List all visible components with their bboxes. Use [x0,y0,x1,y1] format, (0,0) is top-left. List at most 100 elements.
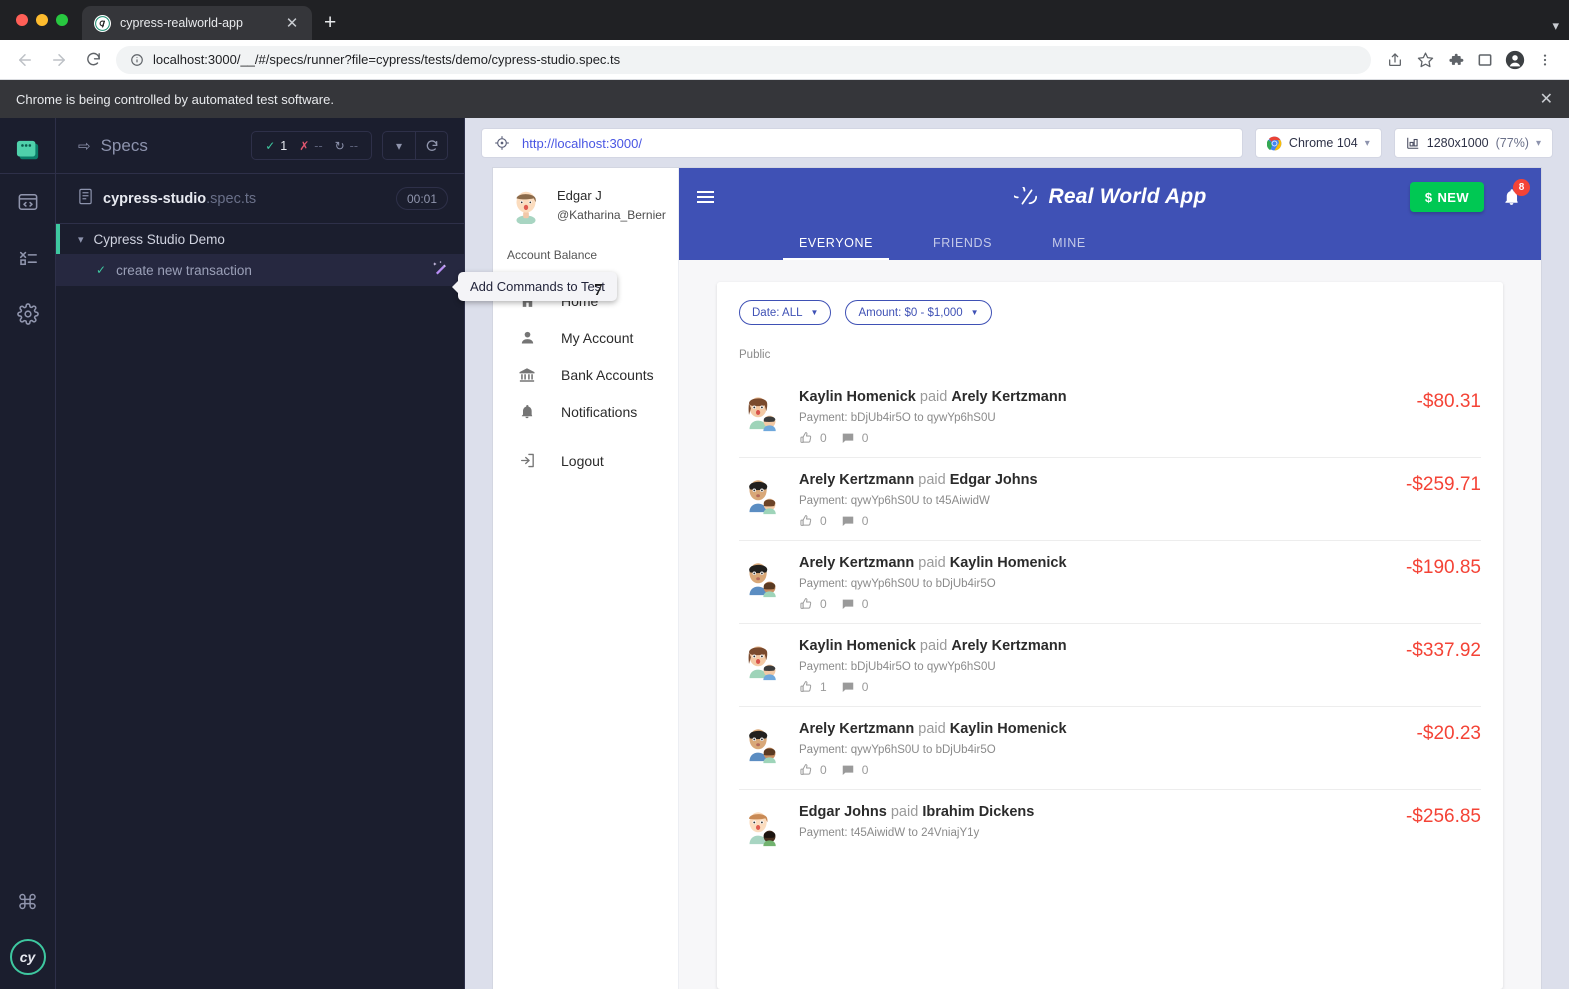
settings-gear-icon[interactable] [0,286,56,342]
more-menu-icon[interactable] [1531,46,1559,74]
hamburger-menu-icon[interactable] [697,191,714,203]
specs-browser-icon[interactable] [0,174,56,230]
real-world-app-logo-icon [1014,187,1040,207]
chevron-down-icon[interactable]: ▾ [383,132,415,159]
stat-passed: ✓ 1 [261,139,291,153]
transaction-meta: 0 0 [799,763,1399,777]
comment-icon [841,680,855,694]
triangle-down-icon: ▼ [811,308,819,317]
comment-button[interactable]: 0 [841,514,869,528]
sidebar-item-logout[interactable]: Logout [493,442,678,479]
sidebar-item-my-account[interactable]: My Account [493,319,678,356]
sidebar-item-label: Logout [561,453,604,469]
specs-actions: ▾ [382,131,448,160]
comment-button[interactable]: 0 [841,763,869,777]
table-row[interactable]: Kaylin Homenick paid Arely Kertzmann Pay… [739,375,1481,458]
account-balance-label: Account Balance [493,236,678,262]
cypress-cy-logo-icon[interactable]: cy [10,939,46,975]
notifications-bell-button[interactable]: 8 [1500,185,1523,209]
side-panel-icon[interactable] [1471,46,1499,74]
comment-button[interactable]: 0 [841,431,869,445]
table-row[interactable]: Arely Kertzmann paid Kaylin Homenick Pay… [739,707,1481,790]
thumbs-up-icon [799,431,813,445]
maximize-window-button[interactable] [56,14,68,26]
like-button[interactable]: 0 [799,597,827,611]
extensions-puzzle-icon[interactable] [1441,46,1469,74]
amount-filter-button[interactable]: Amount: $0 - $1,000 ▼ [845,300,991,325]
transaction-verb: paid [920,389,947,405]
comment-icon [841,763,855,777]
close-icon[interactable]: ✕ [1540,89,1553,109]
transaction-description: Payment: t45AiwidW to 24VniajY1y [799,827,1388,839]
transaction-receiver: Arely Kertzmann [951,638,1066,654]
viewport-selector[interactable]: 1280x1000 (77%) ▾ [1394,128,1553,158]
date-filter-button[interactable]: Date: ALL ▼ [739,300,831,325]
arrow-right-icon[interactable] [44,45,74,75]
sidebar-item-bank-accounts[interactable]: Bank Accounts [493,356,678,393]
keyboard-command-icon[interactable] [0,873,56,929]
runner-header: http://localhost:3000/ Chrome 104 ▾ 1280… [465,118,1569,168]
test-name: create new transaction [116,263,252,278]
suite-container: ▾ Cypress Studio Demo ✓ create new trans… [56,223,464,286]
comment-button[interactable]: 0 [841,597,869,611]
tab-friends[interactable]: FRIENDS [903,226,1022,260]
new-transaction-button[interactable]: $ NEW [1410,182,1484,212]
comment-count: 0 [862,514,869,528]
transactions-card: Date: ALL ▼ Amount: $0 - $1,000 ▼ Public [717,282,1503,989]
transaction-title: Kaylin Homenick paid Arely Kertzmann [799,638,1388,654]
like-button[interactable]: 1 [799,680,827,694]
chevron-down-icon[interactable]: ▾ [78,233,84,246]
drawer-user[interactable]: Edgar J @Katharina_Bernier [493,168,678,236]
app-content: Date: ALL ▼ Amount: $0 - $1,000 ▼ Public [679,260,1541,989]
user-avatar-icon [507,186,545,224]
sidebar-item-label: Bank Accounts [561,367,654,383]
profile-avatar-icon[interactable] [1501,46,1529,74]
table-row[interactable]: Kaylin Homenick paid Arely Kertzmann Pay… [739,624,1481,707]
tab-mine[interactable]: MINE [1022,226,1116,260]
spec-file-row[interactable]: cypress-studio.spec.ts 00:01 [56,173,464,223]
close-icon[interactable]: ✕ [282,16,302,31]
reload-icon[interactable] [78,45,108,75]
transaction-description: Payment: bDjUb4ir5O to qywYp6hS0U [799,412,1399,424]
cypress-app-icon[interactable] [0,128,56,173]
viewport-size-label: 1280x1000 [1427,136,1489,150]
aut-url-bar[interactable]: http://localhost:3000/ [481,128,1243,158]
like-count: 0 [820,431,827,445]
selector-playground-icon[interactable] [494,135,510,151]
person-icon [517,329,537,346]
address-bar[interactable]: localhost:3000/__/#/specs/runner?file=cy… [116,46,1371,74]
notification-badge: 8 [1513,179,1530,196]
thumbs-up-icon [799,763,813,777]
browser-selector[interactable]: Chrome 104 ▾ [1255,128,1382,158]
close-window-button[interactable] [16,14,28,26]
sidebar-item-notifications[interactable]: Notifications [493,393,678,430]
sidebar-item-label: Notifications [561,404,637,420]
transaction-verb: paid [918,472,945,488]
like-button[interactable]: 0 [799,763,827,777]
app-header: Real World App $ NEW [679,168,1541,260]
comment-button[interactable]: 0 [841,680,869,694]
share-icon[interactable] [1381,46,1409,74]
filters: Date: ALL ▼ Amount: $0 - $1,000 ▼ [739,300,1481,341]
arrow-left-icon[interactable] [10,45,40,75]
new-tab-button[interactable]: + [324,11,336,35]
tab-title: cypress-realworld-app [120,16,273,30]
reload-icon[interactable] [415,132,447,159]
table-row[interactable]: Edgar Johns paid Ibrahim Dickens Payment… [739,790,1481,860]
table-row[interactable]: Arely Kertzmann paid Edgar Johns Payment… [739,458,1481,541]
magic-wand-icon[interactable] [431,259,448,281]
table-row[interactable]: Arely Kertzmann paid Kaylin Homenick Pay… [739,541,1481,624]
browser-tab[interactable]: cypress-realworld-app ✕ [82,6,312,40]
transaction-receiver: Kaylin Homenick [950,721,1067,737]
info-circle-icon[interactable] [130,53,144,67]
suite-row[interactable]: ▾ Cypress Studio Demo [56,224,464,254]
chevron-down-icon[interactable]: ▾ [1552,18,1559,34]
like-button[interactable]: 0 [799,431,827,445]
minimize-window-button[interactable] [36,14,48,26]
test-row[interactable]: ✓ create new transaction [56,254,464,286]
runs-debug-icon[interactable] [0,230,56,286]
star-icon[interactable] [1411,46,1439,74]
tab-everyone[interactable]: EVERYONE [769,226,903,260]
like-button[interactable]: 0 [799,514,827,528]
transaction-amount: -$190.85 [1406,555,1481,579]
